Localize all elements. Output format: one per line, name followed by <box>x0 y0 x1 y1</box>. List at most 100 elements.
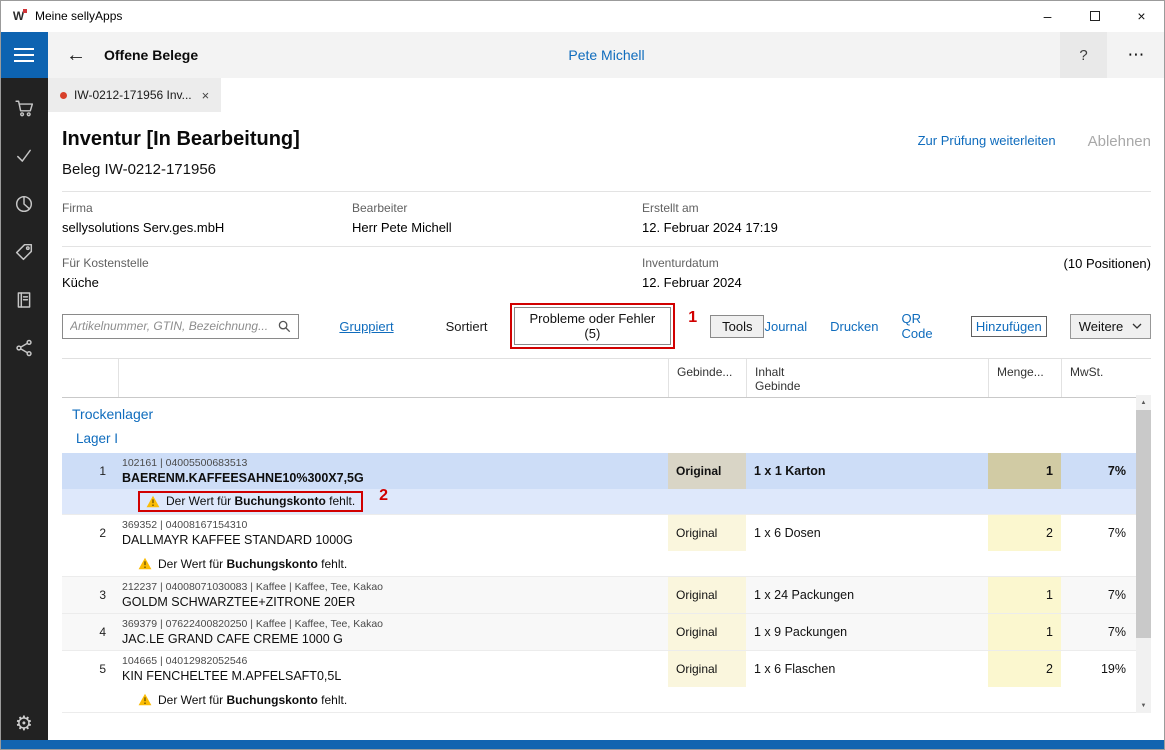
inventurdatum-label: Inventurdatum <box>642 256 742 270</box>
mwst-cell: 7% <box>1061 515 1136 551</box>
problems-errors-button[interactable]: Probleme oder Fehler (5) <box>514 307 672 345</box>
hamburger-menu-button[interactable] <box>0 32 48 78</box>
table-row[interactable]: 4 369379 | 07622400820250 | Kaffee | Kaf… <box>62 614 1136 650</box>
header-number-col <box>62 359 118 397</box>
book-icon <box>15 291 33 309</box>
group-trockenlager[interactable]: Trockenlager <box>62 398 1136 427</box>
weitere-label: Weitere <box>1079 319 1124 334</box>
sidebar-item-prices[interactable] <box>0 228 48 276</box>
menge-cell[interactable]: 2 <box>988 651 1061 687</box>
bearbeiter-value: Herr Pete Michell <box>352 220 642 235</box>
checkmark-icon <box>15 147 33 165</box>
gebinde-cell: Original <box>668 614 746 650</box>
group-lager-1[interactable]: Lager I <box>62 427 1136 453</box>
mwst-cell: 7% <box>1061 614 1136 650</box>
tab-close-icon[interactable]: × <box>202 89 210 102</box>
scroll-down-icon[interactable]: ▼ <box>1136 698 1151 713</box>
current-user[interactable]: Pete Michell <box>568 47 644 63</box>
minimize-button[interactable]: – <box>1024 0 1071 32</box>
share-network-icon <box>15 339 33 357</box>
table-row[interactable]: 5 104665 | 04012982052546 KIN FENCHELTEE… <box>62 651 1136 687</box>
row-number: 2 <box>62 515 118 551</box>
article-name: KIN FENCHELTEE M.APFELSAFT0,5L <box>122 669 660 683</box>
annotation-box-2: Der Wert für Buchungskonto fehlt. <box>138 491 363 512</box>
mwst-cell: 19% <box>1061 651 1136 687</box>
search-input[interactable] <box>70 319 278 333</box>
cart-icon <box>15 99 33 117</box>
sidebar-item-ledger[interactable] <box>0 276 48 324</box>
menge-cell[interactable]: 2 <box>988 515 1061 551</box>
journal-link[interactable]: Journal <box>764 319 807 334</box>
row-number: 3 <box>62 577 118 613</box>
page-title: Offene Belege <box>104 47 198 63</box>
article-codes: 102161 | 04005500683513 <box>122 457 660 469</box>
mwst-cell: 7% <box>1061 577 1136 613</box>
help-button[interactable]: ? <box>1060 32 1107 78</box>
menge-cell[interactable]: 1 <box>988 453 1061 489</box>
article-name: DALLMAYR KAFFEE STANDARD 1000G <box>122 533 660 547</box>
reject-link[interactable]: Ablehnen <box>1088 133 1151 150</box>
scrollbar-thumb[interactable] <box>1136 410 1151 638</box>
table-row[interactable]: 1 102161 | 04005500683513 BAERENM.KAFFEE… <box>62 453 1136 489</box>
warning-icon <box>138 557 152 570</box>
article-name: GOLDM SCHWARZTEE+ZITRONE 20ER <box>122 595 660 609</box>
warning-icon <box>138 693 152 706</box>
qr-code-link[interactable]: QR Code <box>902 311 948 341</box>
table-scrollbar[interactable]: ▲ ▼ <box>1136 395 1151 713</box>
positions-count: (10 Positionen) <box>1064 256 1151 271</box>
sidebar: ⚙ <box>0 32 48 750</box>
tools-button[interactable]: Tools <box>710 315 764 338</box>
table-row[interactable]: 2 369352 | 04008167154310 DALLMAYR KAFFE… <box>62 515 1136 551</box>
inhalt-cell: 1 x 9 Packungen <box>746 614 988 650</box>
scroll-up-icon[interactable]: ▲ <box>1136 395 1151 410</box>
kostenstelle-value: Küche <box>62 275 352 290</box>
article-codes: 369379 | 07622400820250 | Kaffee | Kaffe… <box>122 618 660 630</box>
bearbeiter-label: Bearbeiter <box>352 201 642 215</box>
document-number: Beleg IW-0212-171956 <box>62 161 1151 178</box>
warning-row: Der Wert für Buchungskonto fehlt. <box>62 551 1136 576</box>
menge-cell[interactable]: 1 <box>988 614 1061 650</box>
header-mwst: MwSt. <box>1061 359 1136 397</box>
search-box[interactable] <box>62 314 299 339</box>
back-arrow-icon[interactable]: ← <box>66 45 86 65</box>
title-bar: W Meine sellyApps – × <box>0 0 1165 32</box>
gruppiert-link[interactable]: Gruppiert <box>339 319 393 334</box>
header-menge: Menge... <box>988 359 1061 397</box>
weitere-dropdown-button[interactable]: Weitere <box>1070 314 1151 339</box>
gebinde-cell: Original <box>668 577 746 613</box>
row-number: 1 <box>62 453 118 489</box>
settings-button[interactable]: ⚙ <box>15 714 33 734</box>
menge-cell[interactable]: 1 <box>988 577 1061 613</box>
tab-label: IW-0212-171956 Inv... <box>74 88 192 102</box>
tag-icon <box>15 243 33 261</box>
chevron-down-icon <box>1132 323 1142 329</box>
maximize-button[interactable] <box>1071 0 1118 32</box>
close-button[interactable]: × <box>1118 0 1165 32</box>
kostenstelle-label: Für Kostenstelle <box>62 256 352 270</box>
sortiert-link[interactable]: Sortiert <box>446 319 488 334</box>
sidebar-item-cart[interactable] <box>0 84 48 132</box>
sidebar-item-reports[interactable] <box>0 180 48 228</box>
inhalt-cell: 1 x 6 Dosen <box>746 515 988 551</box>
header-description-col <box>118 359 668 397</box>
warning-text: Der Wert für Buchungskonto fehlt. <box>158 693 347 707</box>
firma-label: Firma <box>62 201 352 215</box>
field-row-2: Für Kostenstelle Küche Inventurdatum 12.… <box>62 247 1151 301</box>
tab-inventur[interactable]: IW-0212-171956 Inv... × <box>48 78 221 112</box>
mwst-cell: 7% <box>1061 453 1136 489</box>
sidebar-item-tasks[interactable] <box>0 132 48 180</box>
unsaved-dot-icon <box>60 92 67 99</box>
drucken-link[interactable]: Drucken <box>830 319 878 334</box>
window-title: Meine sellyApps <box>35 9 122 23</box>
article-codes: 369352 | 04008167154310 <box>122 519 660 531</box>
forward-for-review-link[interactable]: Zur Prüfung weiterleiten <box>918 133 1056 150</box>
more-options-button[interactable]: ⋯ <box>1107 32 1165 78</box>
hinzufuegen-link[interactable]: Hinzufügen <box>971 316 1047 337</box>
annotation-box-1: Probleme oder Fehler (5) <box>510 303 676 349</box>
table-row[interactable]: 3 212237 | 04008071030083 | Kaffee | Kaf… <box>62 577 1136 613</box>
sidebar-item-share[interactable] <box>0 324 48 372</box>
annotation-number-2: 2 <box>379 487 388 505</box>
gear-icon: ⚙ <box>15 713 33 735</box>
firma-value: sellysolutions Serv.ges.mbH <box>62 220 352 235</box>
app-header: ← Offene Belege Pete Michell ? ⋯ <box>48 32 1165 78</box>
